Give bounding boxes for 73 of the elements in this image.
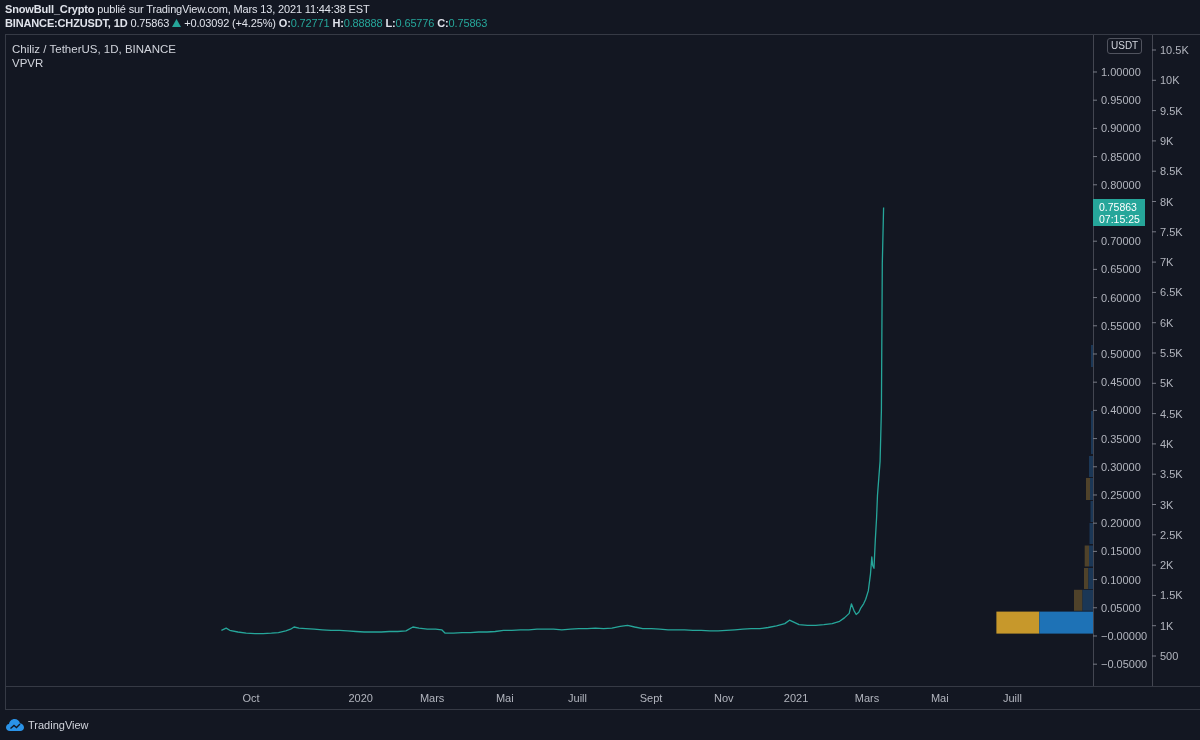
time-axis-label: Sept xyxy=(639,692,663,704)
volume-axis-label: 2.5K xyxy=(1160,528,1183,541)
price-axis-label: 0.55000 xyxy=(1101,319,1141,332)
publisher-line: SnowBull_Crypto publié sur TradingView.com, Mars 13, 2021 11:44:38 EST xyxy=(5,2,371,16)
ohlc-label: H: xyxy=(332,16,344,30)
time-axis-label: 2021 xyxy=(783,692,809,704)
price-axis-label: 0.25000 xyxy=(1101,489,1141,501)
time-axis-label: Mai xyxy=(495,692,514,704)
ohlc-value: 0.88888 xyxy=(343,16,383,30)
price-axis-label: 0.35000 xyxy=(1101,432,1141,445)
last-price-text: 0.75863 xyxy=(130,16,170,30)
volume-axis-label: 7.5K xyxy=(1160,225,1183,238)
volume-axis-label: 5K xyxy=(1160,377,1174,390)
time-axis-label: Juill xyxy=(1003,692,1022,704)
price-axis-label: 0.85000 xyxy=(1101,150,1141,163)
price-axis-label: 0.15000 xyxy=(1101,545,1141,558)
volume-axis-label: 10.5K xyxy=(1160,44,1189,56)
volume-axis-label: 9K xyxy=(1160,134,1174,147)
currency-button[interactable]: USDT xyxy=(1107,38,1143,54)
volume-profile-bar xyxy=(996,611,1040,634)
price-axis-label: 0.05000 xyxy=(1101,601,1141,614)
chart-title: Chiliz / TetherUS, 1D, BINANCE xyxy=(12,42,177,56)
price-axis-label: 0.70000 xyxy=(1101,235,1141,248)
brand-name: TradingView xyxy=(28,719,89,731)
time-axis-label: Juill xyxy=(568,692,587,704)
price-axis-label: 0.50000 xyxy=(1101,348,1141,360)
price-axis-label: 0.20000 xyxy=(1101,517,1141,530)
volume-axis-label: 3.5K xyxy=(1160,468,1183,481)
ohlc-value: 0.72771 xyxy=(290,16,330,30)
price-axis-label: 0.80000 xyxy=(1101,178,1141,191)
volume-axis-label: 4.5K xyxy=(1160,407,1183,420)
volume-axis-label: 8K xyxy=(1160,195,1174,208)
price-axis-label: 0.95000 xyxy=(1101,94,1141,107)
volume-axis-label: 2K xyxy=(1160,559,1174,572)
price-axis-label: 0.90000 xyxy=(1101,122,1141,135)
price-axis-label: 0.65000 xyxy=(1101,263,1141,276)
symbol-label: BINANCE:CHZUSDT, 1D xyxy=(5,16,128,30)
price-axis-label: 0.40000 xyxy=(1101,404,1141,417)
price-change-text: +0.03092 (+4.25%) xyxy=(184,16,276,30)
ohlc-label: L: xyxy=(385,16,396,30)
price-axis-label: 1.00000 xyxy=(1101,66,1141,78)
volume-axis-label: 1.5K xyxy=(1160,589,1183,602)
ohlc-label: C: xyxy=(437,16,449,30)
price-axis-label: −0.05000 xyxy=(1101,658,1148,671)
price-axis-label: −0.00000 xyxy=(1101,630,1148,642)
indicator-label: VPVR xyxy=(12,56,45,70)
price-axis-label: 0.60000 xyxy=(1101,291,1141,304)
volume-axis-label: 7K xyxy=(1160,256,1174,269)
volume-axis-label: 6.5K xyxy=(1160,286,1183,299)
volume-axis-label: 3K xyxy=(1160,498,1174,511)
volume-axis-label: 8.5K xyxy=(1160,165,1183,178)
volume-axis-label: 500 xyxy=(1160,650,1179,662)
ohlc-value: 0.65776 xyxy=(395,16,435,30)
volume-axis-label: 4K xyxy=(1160,437,1174,450)
last-price-value: 0.75863 xyxy=(1099,201,1137,214)
volume-axis-label: 6K xyxy=(1160,316,1174,329)
volume-axis-label: 9.5K xyxy=(1160,104,1183,117)
countdown-text: 07:15:25 xyxy=(1099,213,1140,226)
time-axis-label: Nov xyxy=(714,692,734,704)
ohlc-value: 0.75863 xyxy=(448,16,488,30)
time-axis-label: Mai xyxy=(930,692,949,704)
ohlc-label: O: xyxy=(278,16,291,30)
cloud-logo-icon xyxy=(6,719,24,731)
price-axis-label: 0.45000 xyxy=(1101,376,1141,389)
time-axis-label: Mars xyxy=(419,692,445,704)
time-axis-label: 2020 xyxy=(348,692,373,704)
time-axis-label: Mars xyxy=(854,692,880,704)
volume-axis-label: 10K xyxy=(1160,74,1180,87)
price-axis-label: 0.10000 xyxy=(1101,573,1141,586)
time-axis-label: Oct xyxy=(242,692,260,704)
volume-axis-label: 1K xyxy=(1160,619,1174,632)
price-axis-label: 0.30000 xyxy=(1101,460,1141,473)
volume-axis-label: 5.5K xyxy=(1160,347,1183,359)
